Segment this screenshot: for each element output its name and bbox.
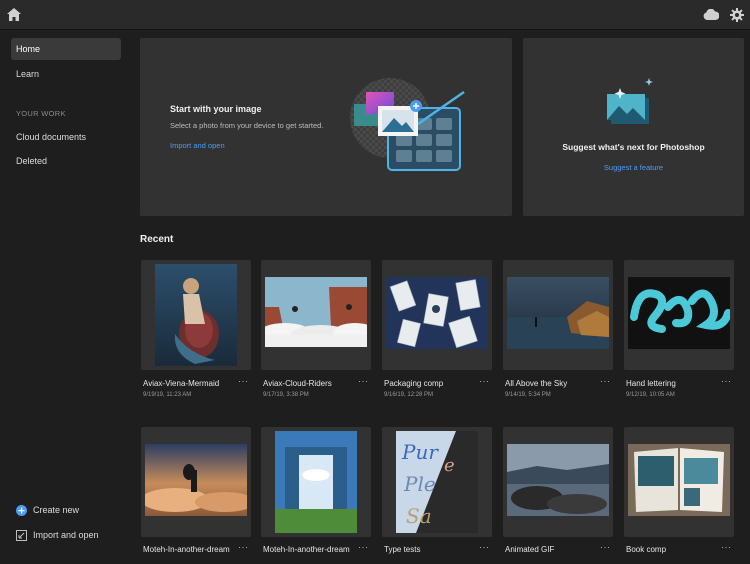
cloud-icon[interactable] — [703, 9, 719, 20]
tile-name: Moteh-In-another-dream — [143, 545, 230, 554]
tile-name: Aviax-Viena-Mermaid — [143, 379, 220, 388]
svg-text:Pur: Pur — [401, 440, 439, 464]
sidebar-item-learn[interactable]: Learn — [11, 63, 121, 85]
top-bar — [0, 0, 750, 30]
import-open-label: Import and open — [33, 530, 99, 540]
tile-name: Book comp — [626, 545, 667, 554]
more-options-button[interactable]: ··· — [358, 543, 369, 552]
recent-tile-animated-gif[interactable] — [503, 427, 613, 537]
suggest-illustration-icon — [607, 78, 653, 124]
recent-tile-type-tests[interactable]: Pur Ple Sa e — [382, 427, 492, 537]
thumbnail — [507, 444, 609, 516]
section-label-your-work: YOUR WORK — [16, 109, 66, 118]
sidebar: Home Learn YOUR WORK Cloud documents Del… — [0, 30, 130, 564]
import-icon — [16, 529, 27, 541]
start-image-illustration-icon — [350, 78, 465, 171]
suggest-feature-link[interactable]: Suggest a feature — [523, 163, 744, 172]
recent-tile-moteh-dream-1[interactable] — [141, 427, 251, 537]
sidebar-item-deleted[interactable]: Deleted — [11, 150, 121, 172]
more-options-button[interactable]: ··· — [721, 543, 732, 552]
recent-tile-all-above-sky[interactable] — [503, 260, 613, 370]
thumbnail — [628, 277, 730, 349]
tile-date: 9/16/19, 12:28 PM — [384, 392, 434, 398]
import-open-button[interactable]: Import and open — [16, 528, 99, 542]
suggest-title: Suggest what's next for Photoshop — [562, 142, 705, 152]
more-options-button[interactable]: ··· — [721, 377, 732, 386]
more-options-button[interactable]: ··· — [600, 543, 611, 552]
hero-import-open-link[interactable]: Import and open — [170, 141, 225, 150]
start-with-image-card: Start with your image Select a photo fro… — [140, 38, 512, 216]
tile-date: 9/19/19, 11:23 AM — [143, 392, 192, 398]
create-new-button[interactable]: Create new — [16, 503, 79, 517]
recent-tile-moteh-dream-2[interactable] — [261, 427, 371, 537]
more-options-button[interactable]: ··· — [479, 543, 490, 552]
recent-tile-cloud-riders[interactable] — [261, 260, 371, 370]
recent-tile-packaging-comp[interactable] — [382, 260, 492, 370]
plus-circle-icon — [16, 504, 27, 516]
tile-name: Packaging comp — [384, 379, 444, 388]
tile-name: Animated GIF — [505, 545, 555, 554]
tile-name: All Above the Sky — [505, 379, 568, 388]
hero-subtitle: Select a photo from your device to get s… — [170, 121, 324, 130]
thumbnail — [628, 444, 730, 516]
more-options-button[interactable]: ··· — [238, 377, 249, 386]
home-icon[interactable] — [7, 8, 21, 21]
suggest-feature-card: Suggest what's next for Photoshop Sugges… — [523, 38, 744, 216]
more-options-button[interactable]: ··· — [600, 377, 611, 386]
tile-date: 9/12/19, 10:05 AM — [626, 392, 675, 398]
more-options-button[interactable]: ··· — [479, 377, 490, 386]
recent-heading: Recent — [140, 234, 174, 245]
gear-icon[interactable] — [730, 8, 744, 22]
sidebar-item-cloud-documents[interactable]: Cloud documents — [11, 126, 121, 148]
recent-tile-hand-lettering[interactable] — [624, 260, 734, 370]
more-options-button[interactable]: ··· — [358, 377, 369, 386]
recent-tile-viena-mermaid[interactable] — [141, 260, 251, 370]
svg-text:Sa: Sa — [406, 504, 432, 528]
more-options-button[interactable]: ··· — [238, 543, 249, 552]
tile-date: 9/17/19, 3:38 PM — [263, 392, 309, 398]
thumbnail — [386, 277, 488, 349]
thumbnail: Pur Ple Sa e — [396, 431, 478, 533]
thumbnail — [145, 444, 247, 516]
hero-title: Start with your image — [170, 104, 262, 114]
tile-name: Moteh-In-another-dream — [263, 545, 350, 554]
recent-tile-book-comp[interactable] — [624, 427, 734, 537]
tile-date: 9/14/19, 5:34 PM — [505, 392, 551, 398]
thumbnail — [275, 431, 357, 533]
thumbnail — [265, 277, 367, 347]
thumbnail — [155, 264, 237, 366]
tile-name: Aviax-Cloud-Riders — [263, 379, 332, 388]
svg-text:e: e — [444, 455, 455, 476]
tile-name: Hand lettering — [626, 379, 676, 388]
tile-name: Type tests — [384, 545, 421, 554]
sidebar-item-home[interactable]: Home — [11, 38, 121, 60]
svg-text:Ple: Ple — [403, 472, 436, 496]
thumbnail — [507, 277, 609, 349]
create-new-label: Create new — [33, 505, 80, 515]
